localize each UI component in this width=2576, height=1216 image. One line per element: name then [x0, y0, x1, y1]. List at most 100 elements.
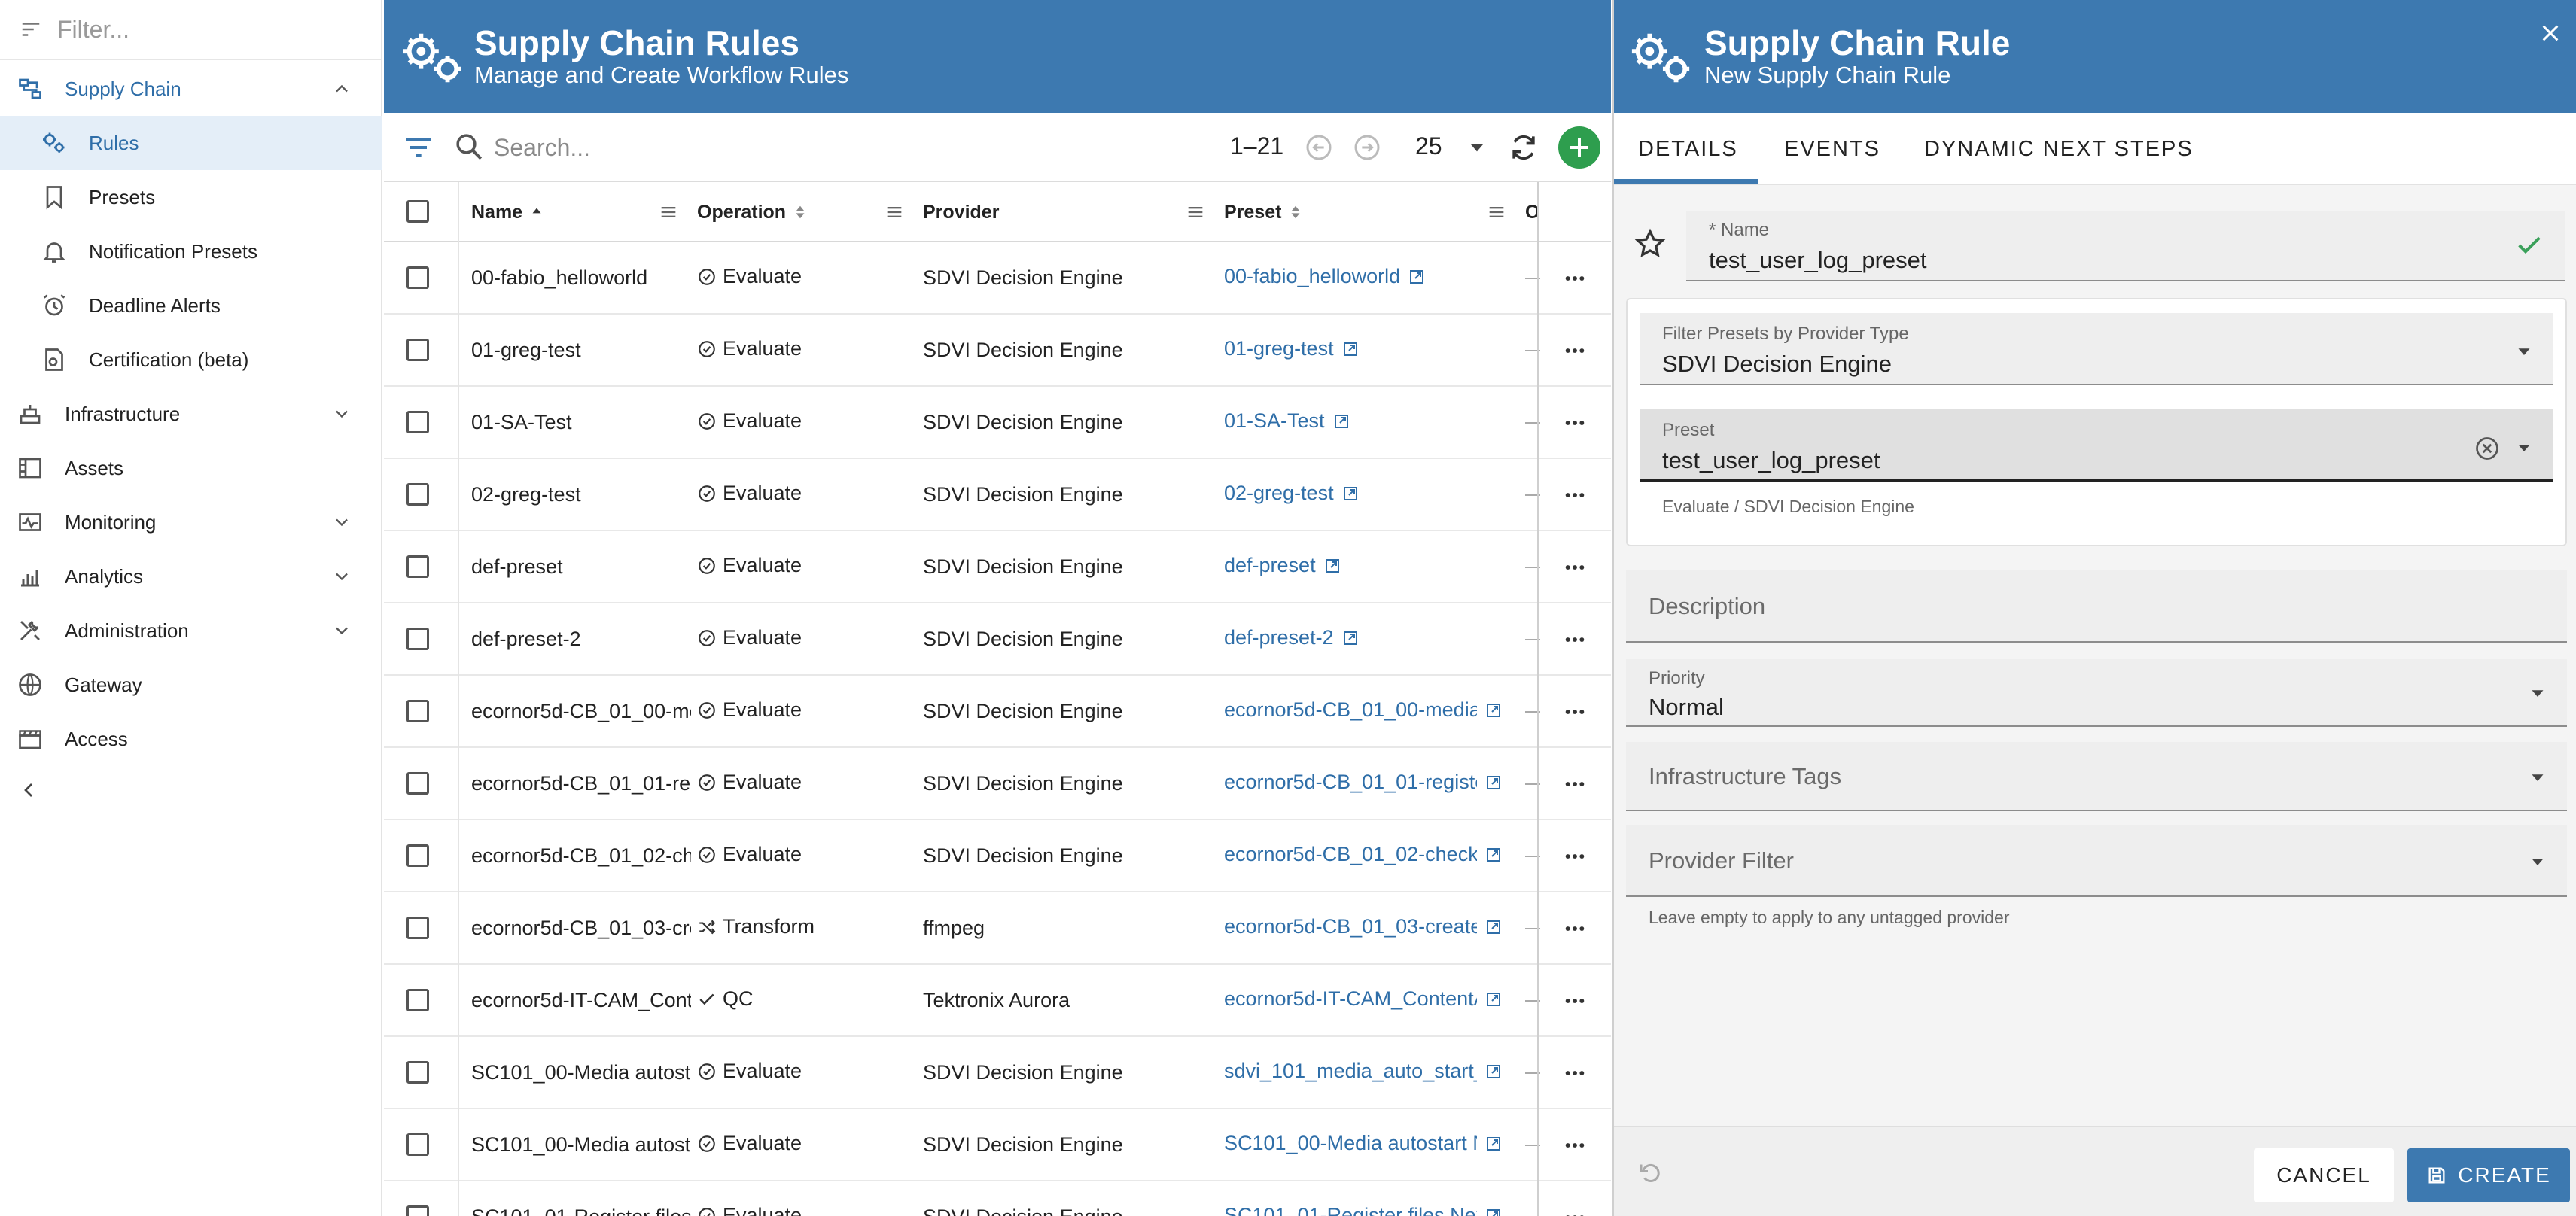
preset-link[interactable]: SC101_00-Media autostart Nexien — [1224, 1132, 1510, 1155]
name-field[interactable]: * Name test_user_log_preset — [1686, 211, 2565, 281]
sidebar-item-presets[interactable]: Presets — [0, 170, 382, 224]
select-all-checkbox[interactable] — [406, 200, 429, 223]
caret-down-icon[interactable] — [2526, 850, 2549, 873]
more-horizontal-icon[interactable] — [1563, 1205, 1587, 1216]
row-checkbox[interactable] — [406, 772, 429, 795]
undo-icon[interactable] — [1637, 1159, 1664, 1186]
row-checkbox[interactable] — [406, 411, 429, 433]
external-link-icon[interactable] — [1484, 1135, 1503, 1153]
create-button[interactable]: CREATE — [2407, 1148, 2570, 1202]
table-row[interactable]: 00-fabio_helloworld Evaluate SDVI Decision… — [384, 242, 1611, 315]
caret-down-icon[interactable] — [2513, 436, 2535, 459]
provider-filter-select[interactable]: Provider Filter — [1626, 825, 2567, 897]
column-menu-icon[interactable] — [884, 202, 905, 223]
chevron-down-icon[interactable] — [331, 403, 352, 424]
table-row[interactable]: 01-greg-test Evaluate SDVI Decision Engine… — [384, 315, 1611, 387]
preset-link[interactable]: ecornor5d-CB_01_03-create_prox — [1224, 915, 1510, 938]
more-horizontal-icon[interactable] — [1563, 917, 1587, 941]
external-link-icon[interactable] — [1484, 918, 1503, 936]
column-menu-icon[interactable] — [1486, 202, 1507, 223]
external-link-icon[interactable] — [1341, 485, 1360, 503]
preset-link[interactable]: 00-fabio_helloworld — [1224, 265, 1510, 288]
table-row[interactable]: SC101_00-Media autosta Evaluate SDVI Decis… — [384, 1109, 1611, 1181]
more-horizontal-icon[interactable] — [1563, 266, 1587, 290]
next-page-icon[interactable] — [1352, 132, 1382, 163]
row-checkbox[interactable] — [406, 339, 429, 361]
external-link-icon[interactable] — [1332, 412, 1350, 430]
external-link-icon[interactable] — [1484, 701, 1503, 719]
sidebar-item-supply-chain[interactable]: Supply Chain — [0, 62, 382, 116]
previous-page-icon[interactable] — [1304, 132, 1334, 163]
table-row[interactable]: def-preset-2 Evaluate SDVI Decision Engine… — [384, 603, 1611, 676]
sidebar-item-infrastructure[interactable]: Infrastructure — [0, 387, 382, 441]
column-menu-icon[interactable] — [658, 202, 679, 223]
sidebar-item-rules[interactable]: Rules — [0, 116, 382, 170]
column-header-operation[interactable]: Operation — [697, 182, 807, 242]
table-row[interactable]: ecornor5d-CB_01_00-me Evaluate SDVI Decisi… — [384, 676, 1611, 748]
row-checkbox[interactable] — [406, 628, 429, 650]
page-size-value[interactable]: 25 — [1415, 132, 1442, 160]
rule-name-cell[interactable]: def-preset-2 — [471, 628, 691, 651]
table-row[interactable]: 02-greg-test Evaluate SDVI Decision Engine… — [384, 459, 1611, 531]
row-checkbox[interactable] — [406, 700, 429, 722]
tab-dynamic-next-steps[interactable]: DYNAMIC NEXT STEPS — [1924, 113, 2194, 185]
caret-down-icon[interactable] — [2513, 340, 2535, 363]
column-menu-icon[interactable] — [1185, 202, 1206, 223]
table-row[interactable]: 01-SA-Test Evaluate SDVI Decision Engine 01… — [384, 387, 1611, 459]
rule-name-cell[interactable]: ecornor5d-IT-CAM_Conte — [471, 989, 691, 1012]
add-rule-button[interactable] — [1558, 126, 1600, 169]
preset-link[interactable]: 02-greg-test — [1224, 482, 1510, 505]
refresh-icon[interactable] — [1507, 131, 1540, 164]
row-checkbox[interactable] — [406, 483, 429, 506]
more-horizontal-icon[interactable] — [1563, 411, 1587, 435]
external-link-icon[interactable] — [1341, 340, 1360, 358]
table-row[interactable]: SC101_00-Media autosta Evaluate SDVI Decis… — [384, 1037, 1611, 1109]
tab-events[interactable]: EVENTS — [1784, 113, 1880, 185]
preset-link[interactable]: SC101_01-Register files Nexient — [1224, 1204, 1510, 1216]
preset-autocomplete[interactable]: Preset test_user_log_preset — [1640, 409, 2553, 482]
external-link-icon[interactable] — [1408, 268, 1426, 286]
table-row[interactable]: ecornor5d-CB_01_02-che Evaluate SDVI Decis… — [384, 820, 1611, 892]
rule-name-cell[interactable]: ecornor5d-CB_01_03-cre — [471, 917, 691, 940]
more-horizontal-icon[interactable] — [1563, 339, 1587, 363]
external-link-icon[interactable] — [1323, 557, 1341, 575]
provider-type-filter-select[interactable]: Filter Presets by Provider Type SDVI Dec… — [1640, 313, 2553, 385]
rule-name-cell[interactable]: ecornor5d-CB_01_00-me — [471, 700, 691, 723]
row-checkbox[interactable] — [406, 266, 429, 289]
more-horizontal-icon[interactable] — [1563, 628, 1587, 652]
search-input[interactable] — [494, 126, 1096, 169]
row-checkbox[interactable] — [406, 1061, 429, 1084]
chevron-up-icon[interactable] — [331, 78, 352, 99]
rule-name-cell[interactable]: def-preset — [471, 555, 691, 579]
sidebar-filter[interactable]: Filter... — [0, 0, 381, 60]
column-header-provider[interactable]: Provider — [923, 182, 999, 242]
description-field[interactable]: Description — [1626, 570, 2567, 643]
chevron-down-icon[interactable] — [331, 620, 352, 641]
chevron-left-icon[interactable] — [17, 778, 41, 802]
caret-down-icon[interactable] — [1465, 135, 1489, 160]
sidebar-item-administration[interactable]: Administration — [0, 603, 382, 658]
sidebar-item-access[interactable]: Access — [0, 712, 382, 766]
rule-name-cell[interactable]: 01-SA-Test — [471, 411, 691, 434]
preset-link[interactable]: 01-greg-test — [1224, 337, 1510, 360]
sidebar-item-certification[interactable]: Certification (beta) — [0, 333, 382, 387]
priority-select[interactable]: Priority Normal — [1626, 659, 2567, 727]
more-horizontal-icon[interactable] — [1563, 700, 1587, 724]
column-header-preset[interactable]: Preset — [1224, 182, 1302, 242]
sort-icon[interactable] — [793, 204, 807, 220]
table-row[interactable]: ecornor5d-IT-CAM_Conte QC Tektronix Aurora… — [384, 965, 1611, 1037]
rule-name-cell[interactable]: 00-fabio_helloworld — [471, 266, 691, 290]
preset-link[interactable]: def-preset — [1224, 554, 1510, 577]
rule-name-cell[interactable]: 02-greg-test — [471, 483, 691, 506]
more-horizontal-icon[interactable] — [1563, 772, 1587, 796]
table-row[interactable]: SC101_01-Register files Evaluate SDVI Deci… — [384, 1181, 1611, 1216]
rule-name-cell[interactable]: ecornor5d-CB_01_01-reg — [471, 772, 691, 795]
sidebar-item-assets[interactable]: Assets — [0, 441, 382, 495]
row-checkbox[interactable] — [406, 844, 429, 867]
table-row[interactable]: ecornor5d-CB_01_01-reg Evaluate SDVI Decis… — [384, 748, 1611, 820]
external-link-icon[interactable] — [1484, 774, 1503, 792]
sort-ascending-icon[interactable] — [530, 204, 544, 220]
infrastructure-tags-select[interactable]: Infrastructure Tags — [1626, 742, 2567, 811]
caret-down-icon[interactable] — [2526, 682, 2549, 704]
more-horizontal-icon[interactable] — [1563, 1061, 1587, 1085]
